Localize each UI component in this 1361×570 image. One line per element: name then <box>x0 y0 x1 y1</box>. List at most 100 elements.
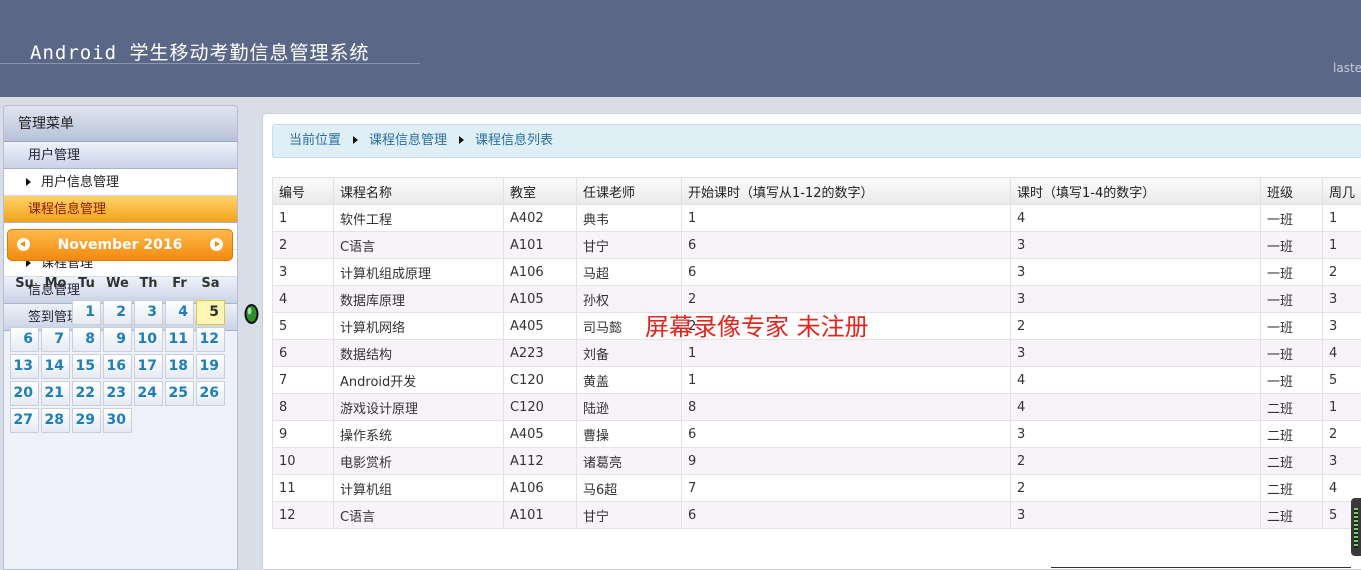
breadcrumb-item[interactable]: 当前位置 <box>289 133 341 148</box>
calendar-weekday: Th <box>139 276 158 291</box>
table-cell: C语言 <box>333 231 504 259</box>
table-cell: A101 <box>503 501 577 529</box>
table-cell: 一班 <box>1260 339 1323 367</box>
table-row[interactable]: 1 软件工程 A402 典韦 1 4 一班 1 <box>272 204 1361 232</box>
table-cell: 曹操 <box>576 420 682 448</box>
table-cell: 一班 <box>1260 204 1323 232</box>
table-cell: 3 <box>1322 285 1361 313</box>
breadcrumb-item[interactable]: 课程信息管理 <box>369 133 447 148</box>
table-body: 1 软件工程 A402 典韦 1 4 一班 1 2 C语言 A101 甘宁 6 3 一班 1 3 计算机组成原理 A… <box>272 204 1361 529</box>
column-header: 课时（填写1-4的数字） <box>1010 177 1261 205</box>
calendar-day[interactable]: 12 <box>196 327 225 352</box>
calendar-day[interactable]: 13 <box>10 354 39 379</box>
calendar-day[interactable]: 11 <box>165 327 194 352</box>
table-cell: 黄盖 <box>576 366 682 394</box>
table-cell: 8 <box>272 393 334 421</box>
table-cell: A112 <box>503 447 577 475</box>
calendar-day[interactable]: 26 <box>196 381 225 406</box>
table-cell: 5 <box>272 312 334 340</box>
calendar-day[interactable]: 15 <box>72 354 101 379</box>
arrow-right-icon <box>26 178 31 186</box>
table-cell: 3 <box>1010 258 1261 286</box>
calendar-day[interactable]: 14 <box>41 354 70 379</box>
calendar: November 2016 Su Mo Tu We Th Fr Sa 1 2 3 4 5 6 7 8 9 10… <box>3 229 234 434</box>
recorder-widget[interactable] <box>1351 498 1361 556</box>
table-cell: 电影赏析 <box>333 447 504 475</box>
calendar-day[interactable]: 9 <box>103 327 132 352</box>
calendar-day[interactable]: 27 <box>10 408 39 433</box>
table-row[interactable]: 6 数据结构 A223 刘备 1 3 一班 4 <box>272 339 1361 367</box>
table-cell: 6 <box>681 258 1011 286</box>
calendar-day[interactable]: 25 <box>165 381 194 406</box>
calendar-day[interactable]: 16 <box>103 354 132 379</box>
sidebar-group[interactable]: 用户管理 <box>4 142 237 169</box>
table-cell: 8 <box>681 393 1011 421</box>
calendar-day[interactable]: 7 <box>41 327 70 352</box>
mouse-cursor-icon <box>244 304 259 324</box>
calendar-day[interactable]: 22 <box>72 381 101 406</box>
sidebar-item[interactable]: 用户信息管理 <box>4 169 237 196</box>
table-row[interactable]: 11 计算机组 A106 马6超 7 2 二班 4 <box>272 474 1361 502</box>
table-cell: A405 <box>503 312 577 340</box>
table-cell: C120 <box>503 366 577 394</box>
calendar-weekday: Sa <box>201 276 220 291</box>
calendar-day[interactable]: 29 <box>72 408 101 433</box>
calendar-day[interactable]: 30 <box>103 408 132 433</box>
table-cell: 2 <box>272 231 334 259</box>
table-cell: 2 <box>1322 258 1361 286</box>
user-info[interactable]: laste <box>1333 61 1361 75</box>
calendar-day[interactable]: 19 <box>196 354 225 379</box>
calendar-blank <box>41 300 70 325</box>
calendar-day[interactable]: 3 <box>134 300 163 325</box>
table-cell: 7 <box>681 474 1011 502</box>
calendar-day[interactable]: 1 <box>72 300 101 325</box>
table-row[interactable]: 2 C语言 A101 甘宁 6 3 一班 1 <box>272 231 1361 259</box>
calendar-day[interactable]: 28 <box>41 408 70 433</box>
table-cell: 二班 <box>1260 420 1323 448</box>
table-cell: 二班 <box>1260 393 1323 421</box>
table-cell: 2 <box>1010 474 1261 502</box>
table-cell: 马6超 <box>576 474 682 502</box>
calendar-today[interactable]: 5 <box>196 300 225 325</box>
calendar-day[interactable]: 6 <box>10 327 39 352</box>
table-row[interactable]: 8 游戏设计原理 C120 陆逊 8 4 二班 1 <box>272 393 1361 421</box>
calendar-day[interactable]: 20 <box>10 381 39 406</box>
calendar-blank <box>10 300 39 325</box>
table-cell: 7 <box>272 366 334 394</box>
table-row[interactable]: 10 电影赏析 A112 诸葛亮 9 2 二班 3 <box>272 447 1361 475</box>
table-row[interactable]: 12 C语言 A101 甘宁 6 3 二班 5 <box>272 501 1361 529</box>
table-cell: 一班 <box>1260 258 1323 286</box>
table-row[interactable]: 3 计算机组成原理 A106 马超 6 3 一班 2 <box>272 258 1361 286</box>
calendar-day[interactable]: 21 <box>41 381 70 406</box>
table-row[interactable]: 9 操作系统 A405 曹操 6 3 二班 2 <box>272 420 1361 448</box>
table-cell: 3 <box>1322 312 1361 340</box>
table-cell: 一班 <box>1260 366 1323 394</box>
calendar-next-icon[interactable] <box>210 238 223 251</box>
table-cell: A101 <box>503 231 577 259</box>
table-row[interactable]: 7 Android开发 C120 黄盖 1 4 一班 5 <box>272 366 1361 394</box>
sidebar-group[interactable]: 课程信息管理 <box>4 196 237 223</box>
calendar-day[interactable]: 10 <box>134 327 163 352</box>
table-cell: 1 <box>272 204 334 232</box>
calendar-day[interactable]: 8 <box>72 327 101 352</box>
table-cell: 一班 <box>1260 312 1323 340</box>
table-cell: 1 <box>1322 231 1361 259</box>
calendar-day[interactable]: 4 <box>165 300 194 325</box>
column-header: 教室 <box>503 177 577 205</box>
app-header: Android 学生移动考勤信息管理系统 laste <box>0 0 1361 97</box>
watermark-text: 屏幕录像专家 未注册 <box>645 313 869 341</box>
calendar-day[interactable]: 17 <box>134 354 163 379</box>
calendar-day[interactable]: 23 <box>103 381 132 406</box>
table-cell: Android开发 <box>333 366 504 394</box>
column-header: 课程名称 <box>333 177 504 205</box>
breadcrumb-item[interactable]: 课程信息列表 <box>475 133 553 148</box>
calendar-day[interactable]: 18 <box>165 354 194 379</box>
column-header: 编号 <box>272 177 334 205</box>
calendar-prev-icon[interactable] <box>17 238 30 251</box>
table-cell: 4 <box>1322 339 1361 367</box>
calendar-day[interactable]: 24 <box>134 381 163 406</box>
table-cell: 陆逊 <box>576 393 682 421</box>
calendar-day[interactable]: 2 <box>103 300 132 325</box>
table-cell: 计算机网络 <box>333 312 504 340</box>
calendar-weekday: Mo <box>44 276 67 291</box>
